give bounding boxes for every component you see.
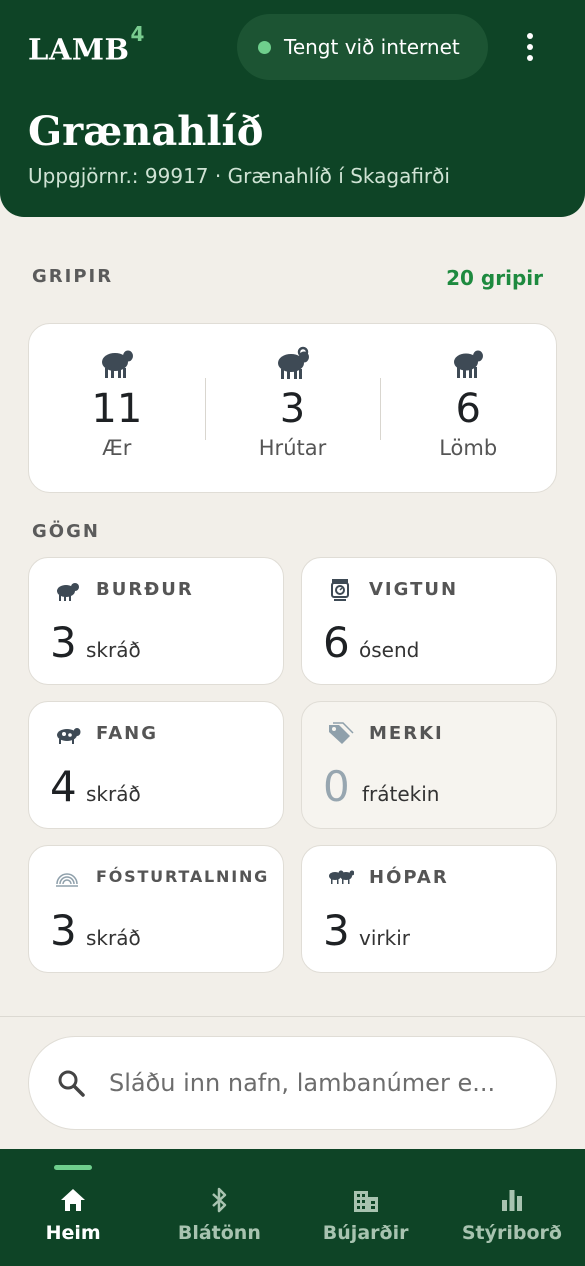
connection-status[interactable]: Tengt við internet bbox=[237, 14, 488, 80]
ewe-label: Ær bbox=[102, 436, 132, 460]
ram-icon bbox=[277, 346, 309, 379]
bottom-navigation: Heim Blátönn Bújarðir Stýriborð bbox=[0, 1149, 585, 1266]
status-dot-icon bbox=[258, 40, 271, 54]
tile-unit: skráð bbox=[86, 638, 141, 662]
tile-unit: virkir bbox=[359, 926, 410, 950]
farm-name: Grænahlíð bbox=[28, 108, 264, 155]
animals-summary-card[interactable]: 11 Ær 3 Hrútar 6 Lömb bbox=[28, 323, 557, 493]
tile-fosturtalning[interactable]: FÓSTURTALNING 3 skráð bbox=[28, 845, 284, 973]
animal-count-lambs[interactable]: 6 Lömb bbox=[380, 324, 556, 492]
more-vert-icon bbox=[527, 33, 533, 39]
nav-item-bujardir[interactable]: Bújarðir bbox=[293, 1149, 439, 1266]
ewe-count: 11 bbox=[91, 386, 143, 432]
gripir-count: 20 gripir bbox=[446, 266, 543, 290]
tile-title: FÓSTURTALNING bbox=[96, 867, 270, 886]
section-label-gogn: GÖGN bbox=[32, 521, 100, 542]
tile-value: 6 bbox=[323, 618, 350, 667]
lamb-icon bbox=[454, 350, 484, 378]
mating-icon bbox=[57, 728, 81, 744]
tile-value: 0 bbox=[323, 762, 350, 811]
tile-title: MERKI bbox=[369, 723, 444, 744]
nav-item-styribord[interactable]: Stýriborð bbox=[439, 1149, 585, 1266]
nav-item-heim[interactable]: Heim bbox=[0, 1149, 146, 1266]
nav-label: Stýriborð bbox=[461, 1222, 562, 1244]
animal-count-rams[interactable]: 3 Hrútar bbox=[204, 324, 381, 492]
farm-building-icon bbox=[353, 1191, 378, 1212]
tile-value: 3 bbox=[323, 906, 350, 955]
search-icon bbox=[58, 1070, 85, 1097]
tile-title: FANG bbox=[96, 723, 158, 744]
lambing-icon bbox=[57, 583, 79, 601]
nav-label: Blátönn bbox=[177, 1222, 261, 1244]
app-logo: LAMB4 bbox=[28, 22, 145, 67]
lamb-count: 6 bbox=[455, 386, 481, 432]
search-input[interactable] bbox=[109, 1069, 529, 1097]
nav-label: Heim bbox=[45, 1222, 101, 1244]
ram-count: 3 bbox=[279, 386, 306, 432]
lamb-label: Lömb bbox=[439, 436, 498, 460]
tile-title: BURÐUR bbox=[96, 579, 194, 600]
search-bar[interactable] bbox=[28, 1036, 557, 1130]
groups-icon bbox=[329, 870, 354, 884]
bluetooth-icon bbox=[212, 1187, 227, 1213]
tag-icon bbox=[329, 722, 354, 744]
tile-merki[interactable]: MERKI 0 frátekin bbox=[301, 701, 557, 829]
tile-unit: skráð bbox=[86, 926, 141, 950]
tile-burdur[interactable]: BURÐUR 3 skráð bbox=[28, 557, 284, 685]
tile-hopar[interactable]: HÓPAR 3 virkir bbox=[301, 845, 557, 973]
ewe-icon bbox=[101, 350, 133, 378]
nav-label: Bújarðir bbox=[322, 1222, 409, 1244]
more-menu-button[interactable] bbox=[515, 30, 545, 64]
section-label-gripir: GRIPIR bbox=[32, 266, 114, 287]
scale-icon bbox=[331, 579, 349, 601]
tile-vigtun[interactable]: VIGTUN 6 ósend bbox=[301, 557, 557, 685]
tile-value: 3 bbox=[50, 906, 77, 955]
tile-unit: skráð bbox=[86, 782, 141, 806]
app-header: LAMB4 Tengt við internet Grænahlíð Uppgj… bbox=[0, 0, 585, 217]
divider bbox=[0, 1016, 585, 1017]
tile-title: VIGTUN bbox=[369, 579, 459, 600]
tile-unit: frátekin bbox=[362, 782, 440, 806]
dashboard-chart-icon bbox=[501, 1190, 522, 1211]
tile-value: 4 bbox=[50, 762, 77, 811]
home-icon bbox=[61, 1189, 86, 1211]
connection-status-label: Tengt við internet bbox=[284, 35, 460, 59]
nav-item-blatonn[interactable]: Blátönn bbox=[146, 1149, 292, 1266]
farm-subtitle: Uppgjörnr.: 99917 · Grænahlíð í Skagafir… bbox=[28, 164, 450, 188]
tile-fang[interactable]: FANG 4 skráð bbox=[28, 701, 284, 829]
tile-unit: ósend bbox=[359, 638, 420, 662]
ultrasound-icon bbox=[56, 873, 78, 887]
tile-title: HÓPAR bbox=[369, 867, 449, 888]
ram-label: Hrútar bbox=[258, 436, 327, 460]
animal-count-ewes[interactable]: 11 Ær bbox=[29, 324, 205, 492]
tile-value: 3 bbox=[50, 618, 77, 667]
